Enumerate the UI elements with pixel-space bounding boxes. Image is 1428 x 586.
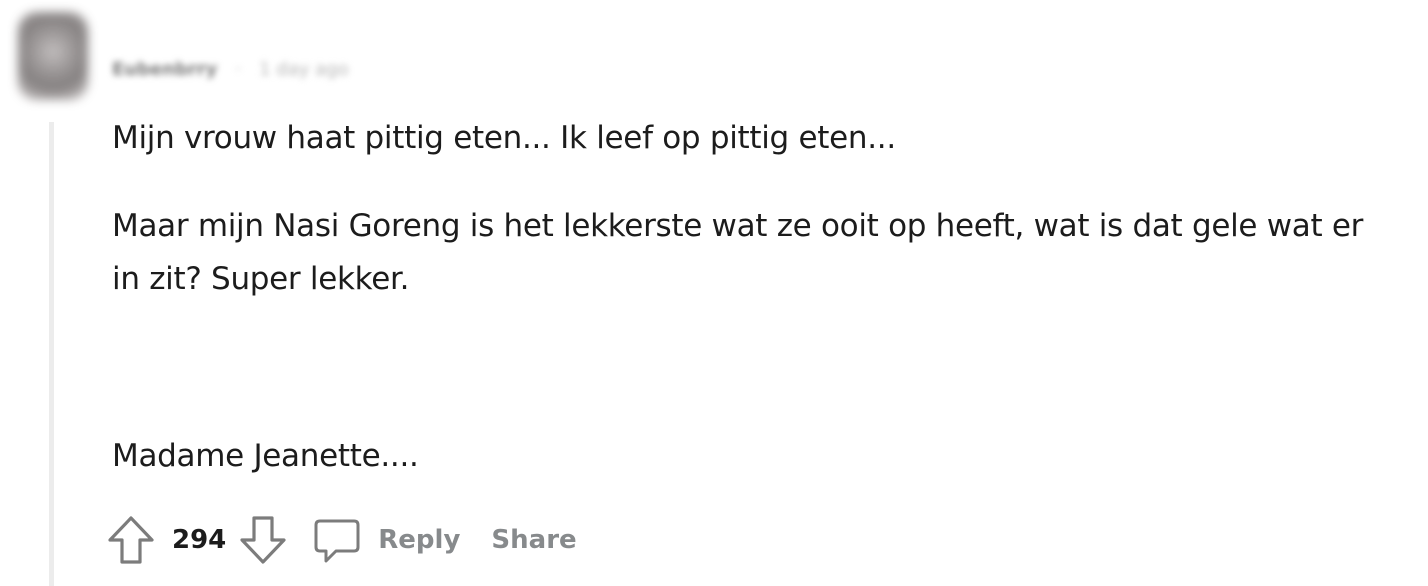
comment: Eubenbrry · 1 day ago Mijn vrouw haat pi… (0, 0, 1428, 586)
thread-line[interactable] (49, 122, 54, 586)
avatar[interactable] (18, 12, 88, 100)
arrow-down-outline-icon (240, 516, 286, 564)
upvote-button[interactable] (106, 515, 156, 565)
comment-actions: 294 Reply Share (106, 512, 577, 568)
author-name[interactable]: Eubenbrry (112, 59, 217, 80)
downvote-button[interactable] (238, 515, 288, 565)
vote-score: 294 (172, 525, 227, 555)
comment-meta: Eubenbrry · 1 day ago (112, 54, 349, 84)
reply-button[interactable]: Reply (378, 525, 460, 555)
share-button[interactable]: Share (491, 525, 576, 555)
comment-body: Mijn vrouw haat pittig eten... Ik leef o… (112, 112, 1392, 474)
meta-separator: · (235, 58, 242, 80)
reply-icon-button[interactable] (312, 515, 362, 565)
arrow-up-outline-icon (108, 516, 154, 564)
comment-paragraph: Maar mijn Nasi Goreng is het lekkerste w… (112, 208, 1364, 297)
comment-paragraph: Madame Jeanette.... (112, 438, 419, 474)
timestamp[interactable]: 1 day ago (259, 59, 348, 80)
speech-bubble-icon (314, 519, 360, 563)
comment-paragraph: Mijn vrouw haat pittig eten... Ik leef o… (112, 120, 896, 156)
